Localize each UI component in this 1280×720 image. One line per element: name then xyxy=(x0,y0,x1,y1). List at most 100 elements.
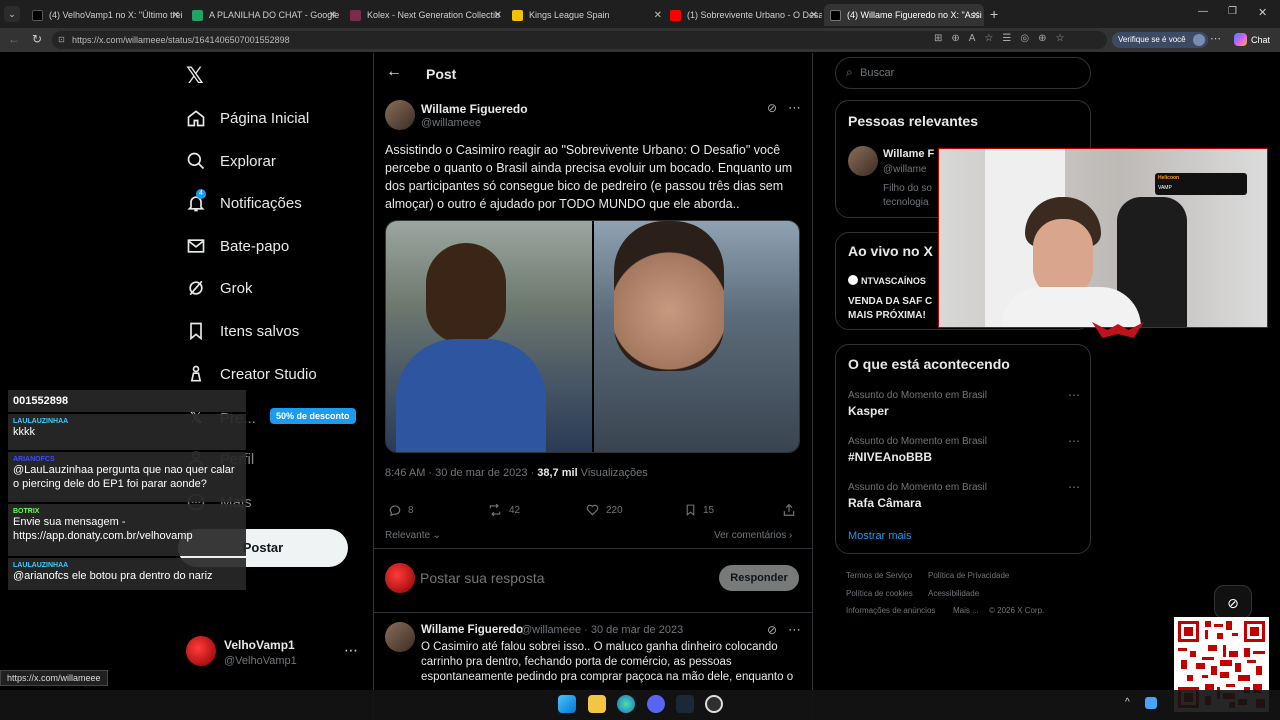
avatar[interactable] xyxy=(385,622,415,652)
avatar[interactable] xyxy=(848,146,878,176)
grok-float-button[interactable]: ⊘ xyxy=(1214,585,1252,619)
trend-item[interactable]: Assunto do Momento em Brasil #NIVEAnoBBB… xyxy=(848,434,1080,464)
footer-cookies[interactable]: Política de cookies xyxy=(846,589,913,598)
reply-action[interactable]: 8 xyxy=(388,503,414,517)
tab-4[interactable]: Kings League Spain ✕ xyxy=(506,4,666,26)
new-tab-button[interactable]: + xyxy=(990,6,998,22)
edge-icon[interactable] xyxy=(617,695,635,713)
tray-chevron-icon[interactable]: ^ xyxy=(1125,697,1130,708)
tab-3[interactable]: Kolex - Next Generation Collectib ✕ xyxy=(344,4,506,26)
close-icon[interactable]: ✕ xyxy=(972,10,980,21)
chat-text: @LauLauzinhaa pergunta que nao quer cala… xyxy=(13,464,235,490)
verify-identity-button[interactable]: Verifique se é você xyxy=(1112,32,1208,48)
account-switcher[interactable]: VelhoVamp1 @VelhoVamp1 ⋯ xyxy=(186,636,362,668)
live-title: Ao vivo no X xyxy=(848,243,933,259)
copilot-chat-button[interactable]: Chat xyxy=(1234,33,1270,46)
post-author-handle[interactable]: @willameee xyxy=(421,117,481,129)
more-dots-icon[interactable]: ⋯ xyxy=(788,100,801,116)
avatar[interactable] xyxy=(385,100,415,130)
nav-bookmarks[interactable]: Itens salvos xyxy=(186,316,299,346)
nav-notifications[interactable]: 4 Notificações xyxy=(186,188,302,218)
nav-home-label: Página Inicial xyxy=(220,109,310,127)
window-close-icon[interactable]: ✕ xyxy=(1258,6,1267,19)
restore-icon[interactable]: ❐ xyxy=(1228,6,1237,17)
reply-button[interactable]: Responder xyxy=(719,565,799,591)
live-source[interactable]: NTVASCAÍNOS xyxy=(848,275,926,286)
show-more-link[interactable]: Mostrar mais xyxy=(848,530,912,542)
bookmark-action[interactable]: 15 xyxy=(684,503,714,517)
close-icon[interactable]: ✕ xyxy=(494,10,502,21)
grok-icon[interactable]: ⊘ xyxy=(767,623,777,637)
file-explorer-icon[interactable] xyxy=(588,695,606,713)
search-placeholder: Buscar xyxy=(860,67,895,79)
nav-home[interactable]: Página Inicial xyxy=(186,103,309,133)
discord-icon[interactable] xyxy=(647,695,665,713)
like-action[interactable]: 220 xyxy=(585,503,623,517)
browser-toolbar-icons[interactable]: ⊞⊕A☆☰◎⊕☆ xyxy=(934,33,1073,44)
nav-grok[interactable]: Grok xyxy=(186,273,253,303)
more-dots-icon[interactable]: ⋯ xyxy=(1068,434,1080,448)
grok-icon[interactable]: ⊘ xyxy=(767,101,777,115)
reply-input[interactable] xyxy=(420,566,700,590)
windows-start-icon[interactable] xyxy=(558,695,576,713)
close-icon[interactable]: ✕ xyxy=(654,10,662,21)
relevant-person-handle: @willame xyxy=(883,164,927,175)
post-author-name[interactable]: Willame Figueredo xyxy=(421,102,528,116)
more-dots-icon[interactable]: ⋯ xyxy=(1068,480,1080,494)
tray-app-icon[interactable] xyxy=(1145,697,1157,709)
trend-label: Assunto do Momento em Brasil xyxy=(848,390,987,401)
x-logo-icon[interactable]: 𝕏 xyxy=(186,63,204,89)
footer-privacy[interactable]: Política de Privacidade xyxy=(928,571,1009,580)
nav-messages[interactable]: Bate-papo xyxy=(186,231,289,261)
tab-1[interactable]: (4) VelhoVamp1 no X: "Último trei ✕ xyxy=(26,4,184,26)
site-info-icon[interactable]: ⊡ xyxy=(58,31,65,49)
repost-action[interactable]: 42 xyxy=(487,503,520,517)
refresh-icon[interactable]: ↻ xyxy=(32,32,42,46)
nav-explore[interactable]: Explorar xyxy=(186,146,276,176)
footer-more[interactable]: Mais ... xyxy=(953,606,979,615)
reply-composer-divider xyxy=(374,548,812,549)
obs-icon[interactable] xyxy=(705,695,723,713)
trend-item[interactable]: Assunto do Momento em Brasil Rafa Câmara… xyxy=(848,480,1080,510)
footer-ads[interactable]: Informações de anúncios xyxy=(846,606,935,615)
back-icon[interactable]: ← xyxy=(8,32,20,46)
search-input[interactable]: ⌕ Buscar xyxy=(835,57,1091,89)
account-name: VelhoVamp1 xyxy=(224,638,295,652)
post-timestamp[interactable]: 8:46 AM · 30 de mar de 2023 · 38,7 mil V… xyxy=(385,467,648,479)
steam-icon[interactable] xyxy=(676,695,694,713)
view-replies-link[interactable]: Ver comentários › xyxy=(714,530,792,541)
tab-5[interactable]: (1) Sobrevivente Urbano - O Desaf ✕ xyxy=(664,4,822,26)
footer-accessibility[interactable]: Acessibilidade xyxy=(928,589,979,598)
reply-divider xyxy=(374,612,812,613)
more-menu-icon[interactable]: ⋯ xyxy=(1210,32,1221,45)
trend-item[interactable]: Assunto do Momento em Brasil Kasper ⋯ xyxy=(848,388,1080,418)
footer-terms[interactable]: Termos de Serviço xyxy=(846,571,912,580)
tab-2[interactable]: A PLANILHA DO CHAT - Google P ✕ xyxy=(186,4,341,26)
bell-icon: 4 xyxy=(186,189,206,213)
minimize-icon[interactable]: — xyxy=(1198,6,1208,17)
close-icon[interactable]: ✕ xyxy=(810,10,818,21)
close-icon[interactable]: ✕ xyxy=(172,10,180,21)
tab-menu-button[interactable]: ⌄ xyxy=(4,6,20,22)
nav-creator-studio[interactable]: Creator Studio xyxy=(186,359,317,389)
trend-label: Assunto do Momento em Brasil xyxy=(848,436,987,447)
tab-6-active[interactable]: (4) Willame Figueredo no X: "Assi ✕ xyxy=(824,4,984,26)
more-dots-icon[interactable]: ⋯ xyxy=(344,642,358,659)
home-icon xyxy=(186,108,206,128)
premium-discount-badge[interactable]: 50% de desconto xyxy=(270,408,356,424)
reply-author-name[interactable]: Willame Figueredo xyxy=(421,624,523,636)
sort-replies-dropdown[interactable]: Relevante ⌄ xyxy=(385,530,441,541)
back-arrow-icon[interactable]: ← xyxy=(386,63,402,81)
media-image-left[interactable] xyxy=(386,221,592,452)
chat-label: Chat xyxy=(1251,34,1271,45)
close-icon[interactable]: ✕ xyxy=(329,10,337,21)
share-action[interactable] xyxy=(782,503,802,517)
live-text-line-1: VENDA DA SAF C xyxy=(848,296,933,307)
relevant-person-name[interactable]: Willame F xyxy=(883,148,934,160)
live-text[interactable]: VENDA DA SAF C MAIS PRÓXIMA! xyxy=(848,295,932,323)
media-image-right[interactable] xyxy=(594,221,799,452)
more-dots-icon[interactable]: ⋯ xyxy=(1068,388,1080,402)
chat-message: LAULAUZINHAA kkkk xyxy=(8,414,246,450)
more-dots-icon[interactable]: ⋯ xyxy=(788,622,801,638)
post-media[interactable] xyxy=(385,220,800,453)
